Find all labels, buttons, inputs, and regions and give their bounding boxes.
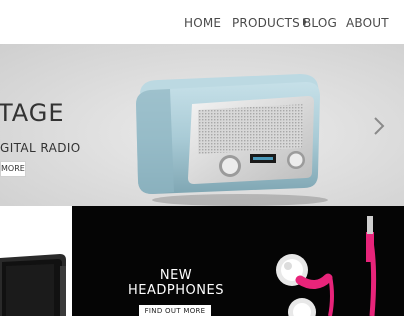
nav-item-home[interactable]: HOME <box>184 16 221 30</box>
hero-subtitle: GITAL RADIO <box>0 141 81 155</box>
find-out-more-button[interactable]: FIND OUT MORE <box>139 305 211 316</box>
nav-item-about[interactable]: ABOUT <box>346 16 389 30</box>
promo-title-line1: NEW <box>159 268 193 283</box>
tablet-image <box>0 254 66 316</box>
chevron-right-icon[interactable] <box>371 116 387 136</box>
promo-title-line2: HEADPHONES <box>128 283 224 298</box>
headphones-image <box>276 216 377 316</box>
top-navigation: HOME PRODUCTS BLOG ABOUT <box>0 0 404 44</box>
promo-title: NEW HEADPHONES <box>100 268 252 298</box>
hero-title: TAGE <box>0 99 65 127</box>
radio-image <box>136 74 328 206</box>
tablet-promo-panel <box>0 206 72 316</box>
nav-item-blog[interactable]: BLOG <box>303 16 337 30</box>
headphones-promo-panel: NEW HEADPHONES FIND OUT MORE <box>72 206 404 316</box>
nav-item-products-label: PRODUCTS <box>232 16 300 30</box>
hero-more-button[interactable]: MORE <box>0 161 26 177</box>
hero-slider: TAGE GITAL RADIO MORE <box>0 44 404 206</box>
nav-item-products[interactable]: PRODUCTS <box>232 16 307 30</box>
